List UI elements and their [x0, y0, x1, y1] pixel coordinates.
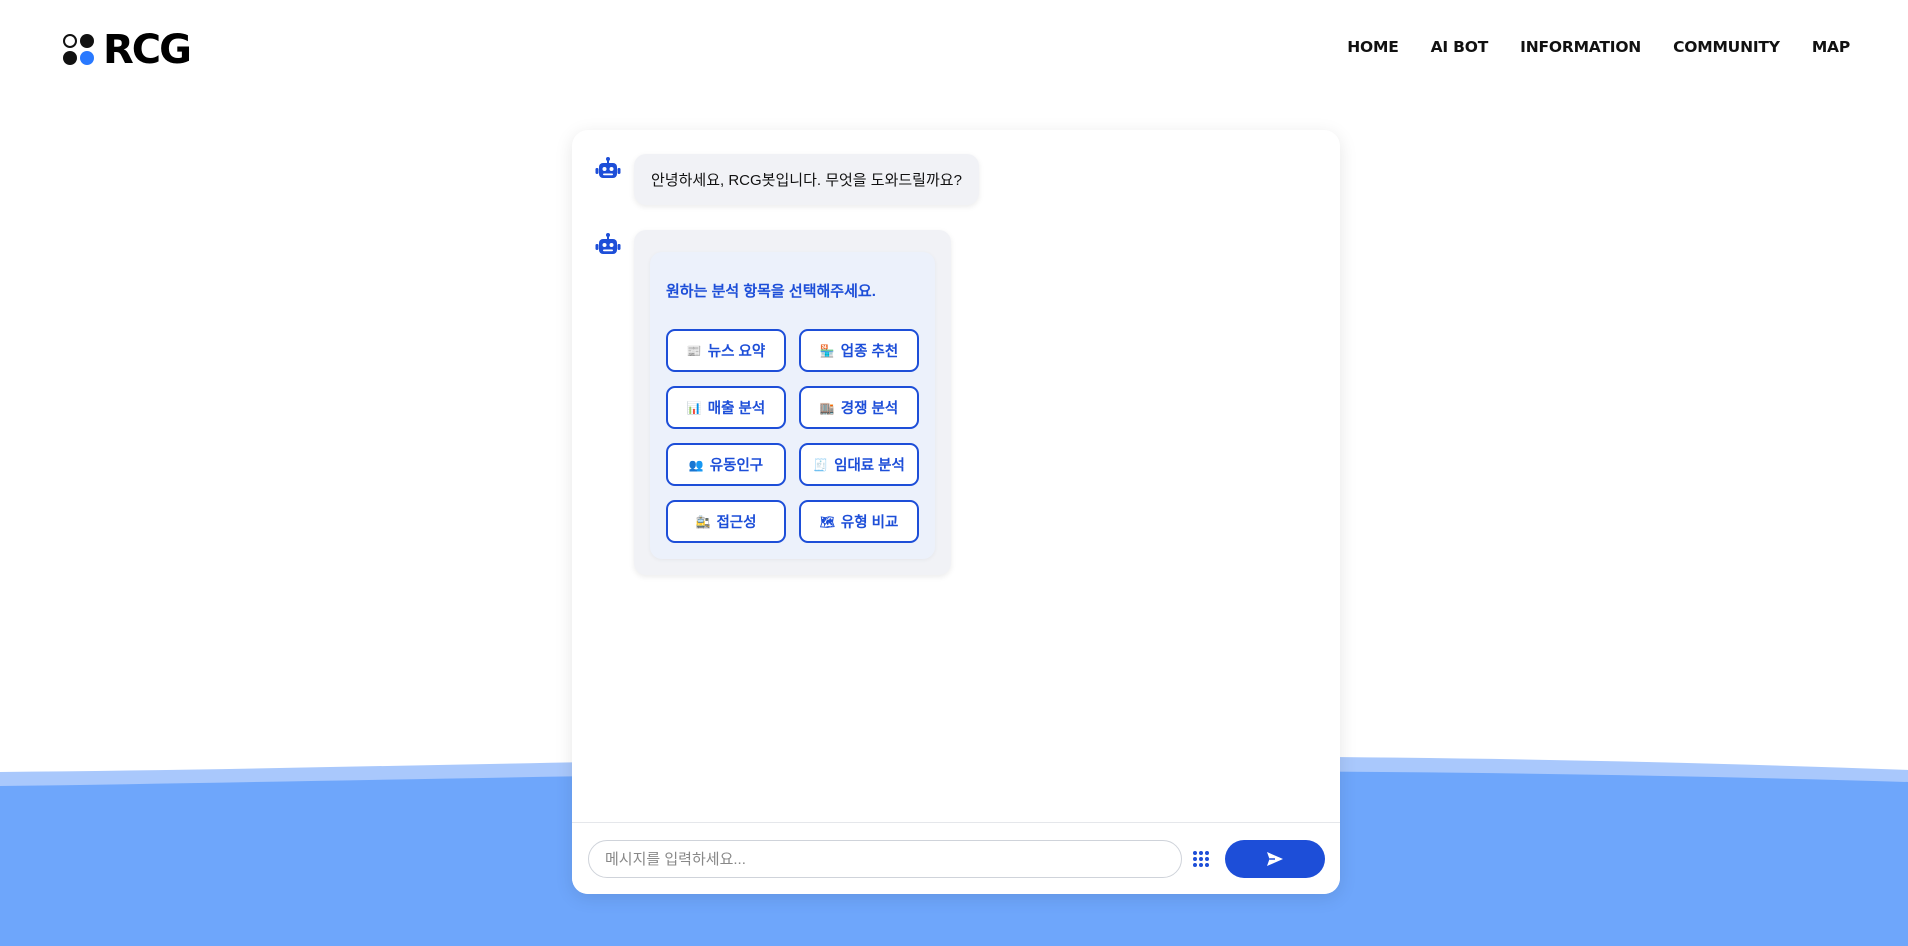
nav-community[interactable]: COMMUNITY	[1673, 38, 1780, 56]
option-label: 임대료 분석	[834, 458, 905, 474]
station-icon: 🚉	[695, 514, 711, 529]
nav-information[interactable]: INFORMATION	[1520, 38, 1641, 56]
logo[interactable]: RCG	[63, 27, 192, 73]
analysis-menu: 원하는 분석 항목을 선택해주세요. 📰 뉴스 요약 🏪 업종 추천 📊 매출 …	[650, 252, 935, 559]
option-label: 경쟁 분석	[840, 401, 899, 417]
option-grid: 📰 뉴스 요약 🏪 업종 추천 📊 매출 분석 🏬 경쟁 분석 👥 유동인구 🧾…	[666, 329, 919, 543]
option-competition-analysis-button[interactable]: 🏬 경쟁 분석	[799, 386, 919, 429]
newspaper-icon: 📰	[686, 343, 702, 358]
bot-message: 안녕하세요, RCG봇입니다. 무엇을 도와드릴까요?	[594, 154, 979, 205]
option-floating-population-button[interactable]: 👥 유동인구	[666, 443, 786, 486]
map-icon: 🗺	[819, 514, 835, 529]
option-type-comparison-button[interactable]: 🗺 유형 비교	[799, 500, 919, 543]
bar-chart-icon: 📊	[686, 400, 702, 415]
receipt-icon: 🧾	[813, 457, 829, 472]
option-news-summary-button[interactable]: 📰 뉴스 요약	[666, 329, 786, 372]
option-label: 유동인구	[709, 458, 764, 474]
logo-mark-icon	[63, 34, 95, 66]
nav-map[interactable]: MAP	[1812, 38, 1850, 56]
paper-plane-icon	[1267, 852, 1283, 866]
robot-icon	[595, 157, 621, 178]
input-bar	[572, 822, 1340, 894]
menu-bubble: 원하는 분석 항목을 선택해주세요. 📰 뉴스 요약 🏪 업종 추천 📊 매출 …	[634, 230, 951, 575]
option-label: 매출 분석	[707, 401, 766, 417]
option-label: 유형 비교	[840, 515, 899, 531]
option-label: 뉴스 요약	[707, 344, 766, 360]
department-store-icon: 🏬	[819, 400, 835, 415]
store-icon: 🏪	[819, 343, 835, 358]
greeting-bubble: 안녕하세요, RCG봇입니다. 무엇을 도와드릴까요?	[634, 154, 979, 205]
option-accessibility-button[interactable]: 🚉 접근성	[666, 500, 786, 543]
main-nav: HOME AI BOT INFORMATION COMMUNITY MAP	[1347, 38, 1850, 56]
option-business-recommend-button[interactable]: 🏪 업종 추천	[799, 329, 919, 372]
option-label: 접근성	[716, 515, 757, 531]
site-header: RCG HOME AI BOT INFORMATION COMMUNITY MA…	[0, 0, 1908, 100]
option-label: 업종 추천	[840, 344, 899, 360]
nav-ai-bot[interactable]: AI BOT	[1431, 38, 1489, 56]
option-sales-analysis-button[interactable]: 📊 매출 분석	[666, 386, 786, 429]
robot-icon	[595, 233, 621, 254]
bot-message: 원하는 분석 항목을 선택해주세요. 📰 뉴스 요약 🏪 업종 추천 📊 매출 …	[594, 230, 951, 575]
send-button[interactable]	[1225, 840, 1325, 878]
chat-window: 안녕하세요, RCG봇입니다. 무엇을 도와드릴까요? 원하는 분석 항목을 선…	[572, 130, 1340, 894]
option-rent-analysis-button[interactable]: 🧾 임대료 분석	[799, 443, 919, 486]
people-icon: 👥	[688, 457, 704, 472]
grid-dots-icon[interactable]	[1191, 849, 1211, 869]
message-input[interactable]	[588, 840, 1182, 878]
logo-text: RCG	[103, 27, 192, 73]
menu-title: 원하는 분석 항목을 선택해주세요.	[666, 283, 876, 300]
nav-home[interactable]: HOME	[1347, 38, 1399, 56]
